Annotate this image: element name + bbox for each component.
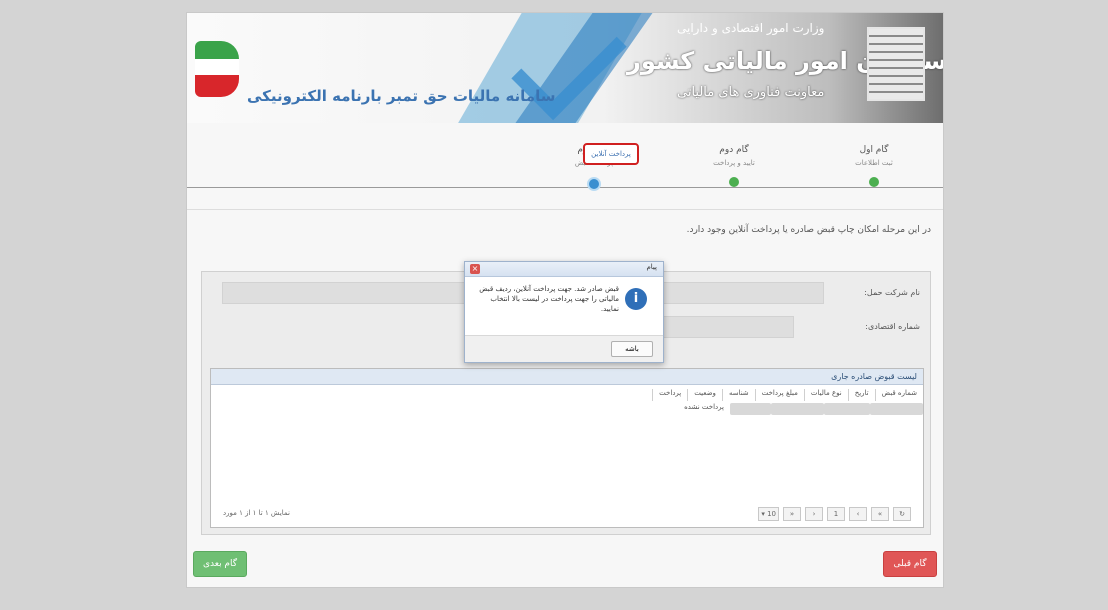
deputy-name: معاونت فناوری های مالیاتی <box>677 85 825 100</box>
company-field <box>222 282 474 304</box>
column-header[interactable]: شماره قبض <box>874 389 923 401</box>
last-page-icon[interactable]: » <box>783 507 801 521</box>
next-page-icon[interactable]: › <box>805 507 823 521</box>
table-row[interactable]: xxxxxxxxxx xxxxxxxx xxxxxxxxxx xxxxxxx پ… <box>678 403 923 415</box>
column-header[interactable]: تاریخ <box>847 389 875 401</box>
step-current-dot <box>587 177 601 191</box>
dialog-footer: باشه <box>465 335 663 362</box>
economic-code-field <box>662 316 794 338</box>
column-header[interactable]: شناسه <box>721 389 755 401</box>
column-header[interactable]: نوع مالیات <box>803 389 848 401</box>
step-done-dot <box>729 177 739 187</box>
header-banner: سامانه مالیات حق تمبر بارنامه الکترونیکی… <box>187 13 943 123</box>
blurred-cell: xxxxxxxxxx <box>770 403 825 415</box>
divider <box>187 209 943 210</box>
iran-flag-logo <box>195 41 239 105</box>
online-payment-link[interactable]: پرداخت آنلاین <box>583 143 639 165</box>
step-subtitle: تایید و پرداخت <box>713 159 755 167</box>
first-page-icon[interactable]: « <box>871 507 889 521</box>
grid-header: شماره قبض تاریخ نوع مالیات مبلغ پرداخت ش… <box>652 389 923 401</box>
pager-nav: ▾ 10 » › 1 ‹ « ↻ <box>758 507 911 521</box>
dialog-message: قبض صادر شد. جهت پرداخت آنلاین، ردیف قبض… <box>479 285 619 313</box>
prev-page-icon[interactable]: ‹ <box>849 507 867 521</box>
pager-info: نمایش ۱ تا ۱ از ۱ مورد <box>223 509 290 517</box>
message-dialog: پیام × i قبض صادر شد. جهت پرداخت آنلاین،… <box>464 261 664 363</box>
page-size-select[interactable]: ▾ 10 <box>758 507 779 521</box>
page-number-input[interactable]: 1 <box>827 507 845 521</box>
org-emblem-logo <box>867 27 925 101</box>
column-header[interactable]: وضعیت <box>687 389 722 401</box>
blurred-cell: xxxxxxxx <box>824 403 870 415</box>
step-title: گام دوم <box>719 145 749 155</box>
company-label: نام شرکت حمل: <box>864 288 920 297</box>
column-header[interactable]: مبلغ پرداخت <box>754 389 804 401</box>
column-header[interactable]: پرداخت <box>652 389 687 401</box>
dialog-title: پیام <box>646 263 657 271</box>
blurred-cell: xxxxxxx <box>729 403 771 415</box>
ok-button[interactable]: باشه <box>611 341 653 357</box>
grid-pager: نمایش ۱ تا ۱ از ۱ مورد ▾ 10 » › 1 ‹ « ↻ <box>219 507 915 521</box>
step-done-dot <box>869 177 879 187</box>
info-icon: i <box>625 288 647 310</box>
wizard-steps: گام اول ثبت اطلاعات گام دوم تایید و پردا… <box>187 137 943 203</box>
instruction-text: در این مرحله امکان چاپ قبض صادره یا پردا… <box>686 225 931 235</box>
grid-title: لیست قبوض صادره جاری <box>211 369 923 385</box>
next-step-button[interactable]: گام بعدی <box>193 551 247 577</box>
step-subtitle: ثبت اطلاعات <box>855 159 893 167</box>
step-title: گام اول <box>859 145 889 155</box>
blurred-cell: xxxxxxxxxx <box>869 403 923 415</box>
system-title: سامانه مالیات حق تمبر بارنامه الکترونیکی <box>247 87 556 105</box>
ministry-name: وزارت امور اقتصادی و دارایی <box>677 21 825 35</box>
prev-step-button[interactable]: گام قبلی <box>883 551 937 577</box>
dialog-header: پیام × <box>465 262 663 277</box>
invoices-grid: لیست قبوض صادره جاری شماره قبض تاریخ نوع… <box>210 368 924 528</box>
close-icon[interactable]: × <box>470 264 480 274</box>
refresh-icon[interactable]: ↻ <box>893 507 911 521</box>
step-1: گام اول ثبت اطلاعات <box>819 145 929 187</box>
step-2: گام دوم تایید و پرداخت <box>679 145 789 187</box>
economic-code-label: شماره اقتصادی: <box>865 322 920 331</box>
status-cell: پرداخت نشده <box>684 403 724 411</box>
